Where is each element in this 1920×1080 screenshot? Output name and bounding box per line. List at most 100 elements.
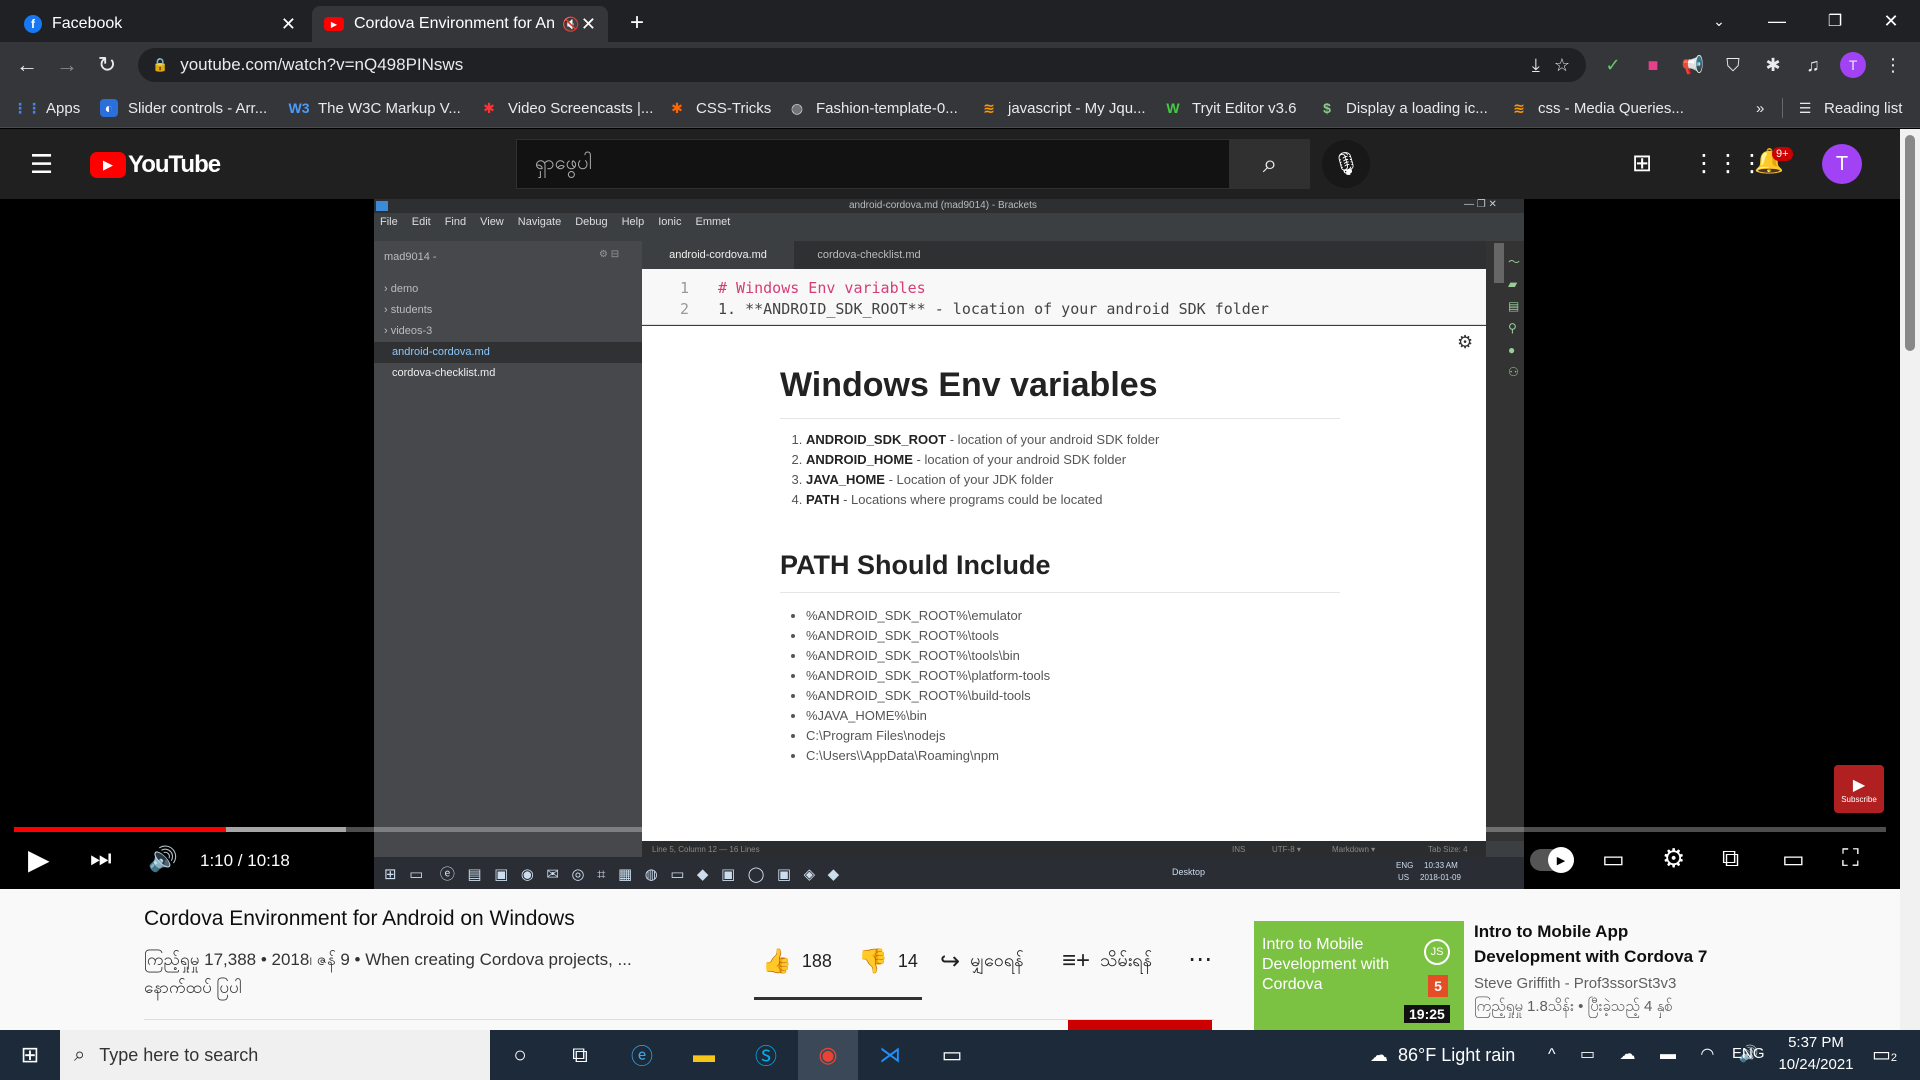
thumbs-down-icon: 👎	[858, 948, 888, 975]
divider	[780, 418, 1340, 419]
close-icon[interactable]: ✕	[581, 14, 596, 35]
bookmark-item[interactable]: ◍ Fashion-template-0...	[788, 88, 958, 128]
bookmark-item[interactable]: ✱ CSS-Tricks	[668, 88, 771, 128]
miniplayer-icon[interactable]: ⧉	[1722, 845, 1739, 873]
taskbar-search[interactable]: ⌕ Type here to search	[60, 1030, 490, 1080]
create-video-icon[interactable]: ⊞	[1632, 149, 1652, 178]
back-icon[interactable]: ←	[12, 50, 42, 80]
save-button[interactable]: ≡+ သိမ်းရန်	[1062, 947, 1152, 975]
restore-icon[interactable]: ❐	[1806, 0, 1864, 42]
reload-icon[interactable]: ↻	[92, 50, 122, 80]
bookmark-star-icon[interactable]: ☆	[1554, 55, 1570, 76]
address-bar[interactable]: 🔒 youtube.com/watch?v=nQ498PINsws ⤓ ☆	[138, 48, 1586, 82]
editor-window-controls: — ❐ ✕	[1464, 199, 1497, 210]
clock-time[interactable]: 5:37 PM	[1776, 1034, 1856, 1051]
page-scrollbar[interactable]	[1900, 129, 1920, 1030]
chrome-icon[interactable]: ◉	[798, 1030, 858, 1080]
fullscreen-icon[interactable]: ⛶	[1842, 845, 1859, 873]
search-button[interactable]: ⌕	[1230, 139, 1310, 189]
subscribe-button[interactable]	[1068, 1020, 1212, 1030]
next-button[interactable]: ⏭	[90, 845, 112, 873]
start-button[interactable]: ⊞	[0, 1030, 60, 1080]
share-button[interactable]: ↪ မျှဝေရန်	[940, 947, 1023, 976]
extension-megaphone-icon[interactable]: 📢	[1680, 52, 1706, 78]
reading-list-button[interactable]: ☰ Reading list	[1796, 88, 1903, 128]
env-key: PATH	[806, 492, 840, 507]
volume-button[interactable]: 🔊	[148, 845, 178, 874]
extensions-puzzle-icon[interactable]: ✱	[1760, 52, 1786, 78]
close-icon[interactable]: ✕	[281, 14, 296, 35]
bookmark-item[interactable]: W3 The W3C Markup V...	[288, 88, 461, 128]
bookmark-item[interactable]: ≋ javascript - My Jqu...	[980, 88, 1145, 128]
sidebar-tools-icon: ⚙ ⊟	[599, 249, 620, 260]
tab-youtube[interactable]: ▶ Cordova Environment for An 🔇 ✕	[312, 6, 608, 42]
hamburger-menu-icon[interactable]: ☰	[30, 149, 60, 179]
vscode-icon[interactable]: ⋊	[860, 1030, 920, 1080]
bookmark-item[interactable]: $ Display a loading ic...	[1318, 88, 1488, 128]
new-tab-button[interactable]: +	[622, 8, 652, 38]
subscribe-watermark[interactable]: ▶ Subscribe	[1834, 765, 1884, 813]
recommended-channel[interactable]: Steve Griffith - Prof3ssorSt3v3	[1474, 975, 1676, 992]
cortana-icon[interactable]: ○	[490, 1030, 550, 1080]
weather-widget[interactable]: ☁ 86°F Light rain	[1370, 1030, 1515, 1080]
forward-icon[interactable]: →	[52, 50, 82, 80]
terminal-icon[interactable]: ▭	[922, 1030, 982, 1080]
editor-tab: cordova-checklist.md	[817, 249, 921, 261]
recommended-title[interactable]: Intro to Mobile App Development with Cor…	[1474, 919, 1724, 969]
bookmark-item[interactable]: ◐ Slider controls - Arr...	[100, 88, 267, 128]
show-more-link[interactable]: နောက်ထပ် ပြပါ	[144, 977, 242, 1002]
menu-icon[interactable]: ⋮	[1880, 52, 1906, 78]
bookmark-item[interactable]: W Tryit Editor v3.6	[1164, 88, 1296, 128]
play-button[interactable]: ▶	[28, 843, 50, 876]
video-info: Cordova Environment for Android on Windo…	[0, 889, 1900, 1030]
bookmark-apps[interactable]: ⋮⋮ Apps	[13, 88, 80, 128]
scrollbar-thumb[interactable]	[1905, 135, 1915, 351]
tab-search-icon[interactable]: ⌄	[1690, 0, 1748, 42]
extension-shield-icon[interactable]: ⛉	[1720, 52, 1746, 78]
brackets-logo-icon	[376, 201, 388, 211]
theater-mode-icon[interactable]: ▭	[1782, 845, 1805, 874]
settings-icon[interactable]: ⚙	[1662, 843, 1685, 874]
file-explorer-icon[interactable]: ▬	[674, 1030, 734, 1080]
edge-icon[interactable]: ⓔ	[612, 1030, 672, 1080]
autoplay-toggle[interactable]: ▶	[1530, 847, 1574, 873]
file-tree-item: › demo	[384, 283, 419, 295]
globe-icon: ◍	[790, 99, 804, 116]
dislike-button[interactable]: 👎 14	[858, 947, 918, 976]
task-view-icon[interactable]: ⧉	[550, 1030, 610, 1080]
close-window-icon[interactable]: ✕	[1862, 0, 1920, 42]
subtitles-icon[interactable]: ▭	[1602, 845, 1625, 874]
recorded-app-icons: ⊞ ▭ ⓔ ▤ ▣ ◉ ✉ ◎ ⌗ ▦ ◍ ▭ ◆ ▣ ◯ ▣ ◈ ◆	[384, 866, 840, 883]
voice-search-button[interactable]: 🎙	[1322, 140, 1370, 188]
clock-date[interactable]: 10/24/2021	[1770, 1056, 1862, 1073]
extension-color-icon[interactable]: ■	[1640, 52, 1666, 78]
ins-mode: INS	[1232, 845, 1246, 854]
tab-facebook[interactable]: f Facebook ✕	[12, 6, 308, 42]
divider	[780, 592, 1340, 593]
language-indicator[interactable]: ENG	[1732, 1045, 1765, 1062]
bookmark-item[interactable]: ≋ css - Media Queries...	[1510, 88, 1684, 128]
more-bookmarks-button[interactable]: »	[1756, 88, 1764, 128]
env-desc: - Location of your JDK folder	[884, 472, 1054, 487]
mute-icon[interactable]: 🔇	[562, 16, 579, 33]
profile-avatar[interactable]: T	[1840, 52, 1866, 78]
media-control-icon[interactable]: ♫	[1800, 52, 1826, 78]
like-button[interactable]: 👍 188	[762, 947, 832, 976]
video-player[interactable]: android-cordova.md (mad9014) - Brackets …	[0, 199, 1900, 889]
path-item: %ANDROID_SDK_ROOT%\tools\bin	[806, 646, 1050, 666]
account-avatar[interactable]: T	[1822, 144, 1862, 184]
install-icon[interactable]: ⤓	[1532, 55, 1540, 76]
editor-tabs: android-cordova.md cordova-checklist.md	[642, 241, 1486, 269]
env-item: JAVA_HOME - Location of your JDK folder	[806, 470, 1159, 490]
extension-vue-icon[interactable]: ✓	[1600, 52, 1626, 78]
skype-icon[interactable]: Ⓢ	[736, 1030, 796, 1080]
search-input[interactable]: ရှာဖွေပါ	[516, 139, 1230, 189]
recommended-thumbnail[interactable]: Intro to Mobile Development with Cordova…	[1254, 921, 1464, 1030]
minimize-icon[interactable]: —	[1748, 0, 1806, 42]
youtube-logo[interactable]: ▶ YouTube	[90, 151, 221, 179]
more-actions-icon[interactable]: ⋯	[1188, 945, 1212, 974]
notification-center-icon[interactable]: ▭2	[1872, 1042, 1897, 1067]
w3c-icon: W3	[288, 100, 310, 116]
bookmark-item[interactable]: ✱ Video Screencasts |...	[480, 88, 653, 128]
progress-bar[interactable]	[14, 827, 1886, 832]
